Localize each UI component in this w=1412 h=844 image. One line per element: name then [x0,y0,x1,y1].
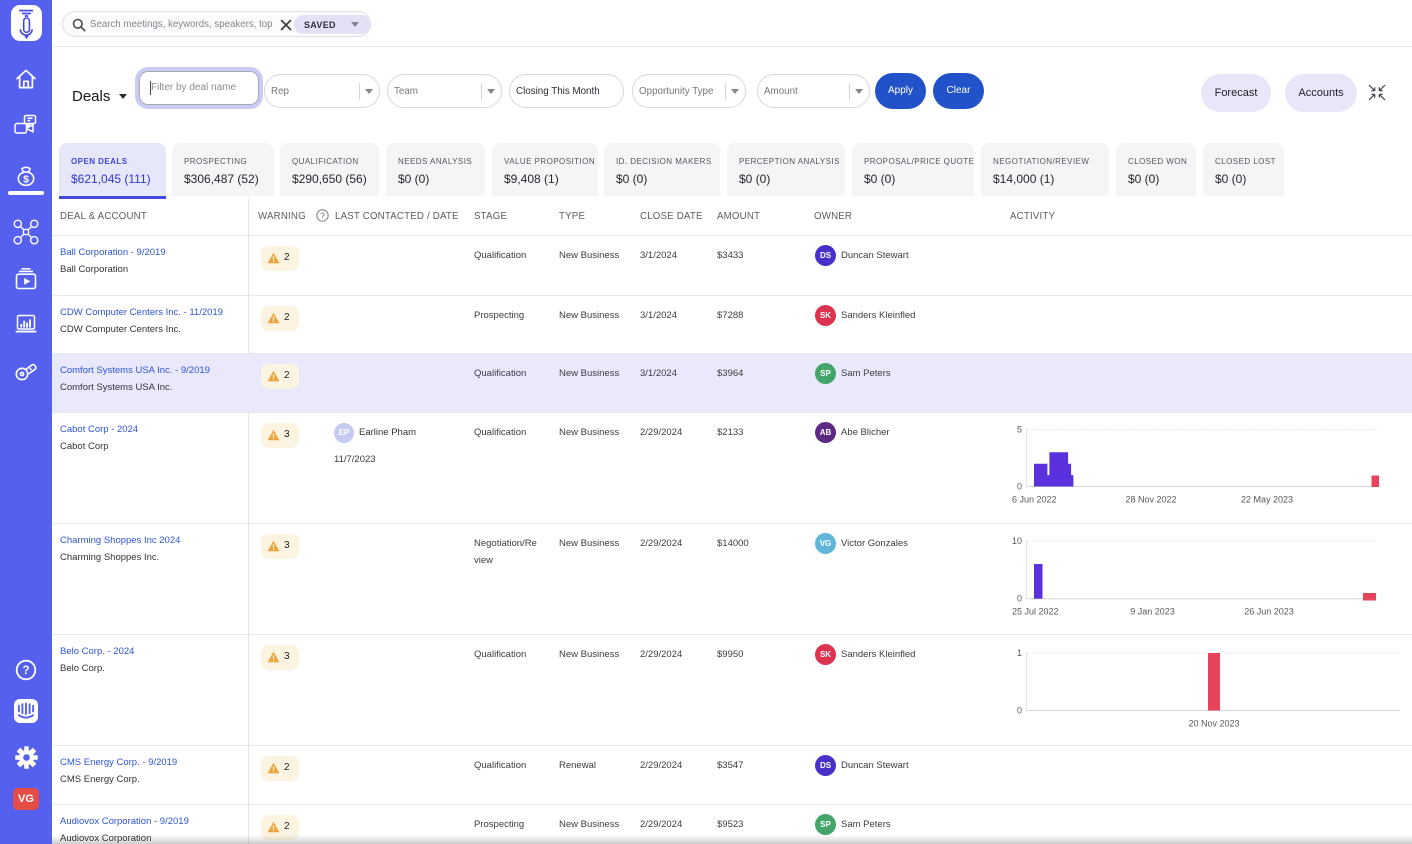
svg-text:6 Jun 2022: 6 Jun 2022 [1012,495,1057,505]
svg-text:22 May 2023: 22 May 2023 [1241,495,1293,505]
svg-text:0: 0 [1017,594,1022,604]
svg-text:1: 1 [1017,648,1022,658]
svg-text:?: ? [22,665,29,677]
svg-text:5: 5 [1017,425,1022,435]
svg-text:10: 10 [1012,536,1022,546]
svg-text:9 Jan 2023: 9 Jan 2023 [1130,607,1175,617]
svg-text:?: ? [320,210,325,220]
svg-text:0: 0 [1017,706,1022,716]
svg-text:20 Nov 2023: 20 Nov 2023 [1188,719,1239,729]
svg-text:25 Jul 2022: 25 Jul 2022 [1012,607,1059,617]
svg-text:28 Nov 2022: 28 Nov 2022 [1125,495,1176,505]
svg-text:0: 0 [1017,482,1022,492]
svg-text:$: $ [23,173,29,185]
svg-text:26 Jun 2023: 26 Jun 2023 [1244,607,1294,617]
